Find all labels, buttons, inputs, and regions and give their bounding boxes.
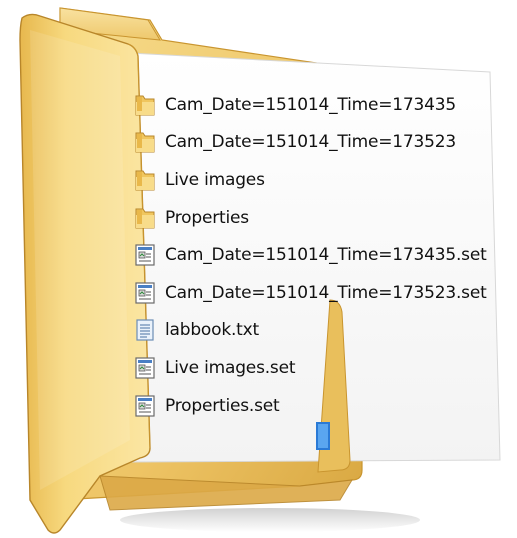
text-file-icon [133, 317, 157, 343]
folder-icon [133, 92, 157, 118]
folder-icon [133, 129, 157, 155]
list-item[interactable]: Live images.set [133, 349, 513, 387]
file-name: Live images.set [165, 357, 296, 378]
file-name: Cam_Date=151014_Time=173435.set [165, 245, 487, 266]
list-item[interactable]: Cam_Date=151014_Time=173523.set [133, 274, 513, 312]
file-name: Live images [165, 169, 265, 190]
list-item[interactable]: Live images [133, 161, 513, 199]
file-name: Cam_Date=151014_Time=173435 [165, 94, 456, 115]
settings-file-icon [133, 355, 157, 381]
file-name: Cam_Date=151014_Time=173523 [165, 132, 456, 153]
file-name: Cam_Date=151014_Time=173523.set [165, 282, 487, 303]
list-item[interactable]: Properties [133, 199, 513, 237]
settings-file-icon [133, 280, 157, 306]
list-item[interactable]: labbook.txt [133, 312, 513, 350]
file-name: Properties [165, 207, 249, 228]
file-name: Properties.set [165, 395, 280, 416]
list-item[interactable]: Cam_Date=151014_Time=173523 [133, 124, 513, 162]
list-item[interactable]: Cam_Date=151014_Time=173435 [133, 86, 513, 124]
file-name: labbook.txt [165, 320, 259, 341]
list-item[interactable]: Cam_Date=151014_Time=173435.set [133, 236, 513, 274]
settings-file-icon [133, 393, 157, 419]
settings-file-icon [133, 242, 157, 268]
folder-preview: Cam_Date=151014_Time=173435 Cam_Date=151… [0, 0, 517, 538]
list-item[interactable]: Properties.set [133, 387, 513, 425]
folder-icon [133, 167, 157, 193]
folder-icon [133, 205, 157, 231]
file-list: Cam_Date=151014_Time=173435 Cam_Date=151… [133, 86, 513, 424]
